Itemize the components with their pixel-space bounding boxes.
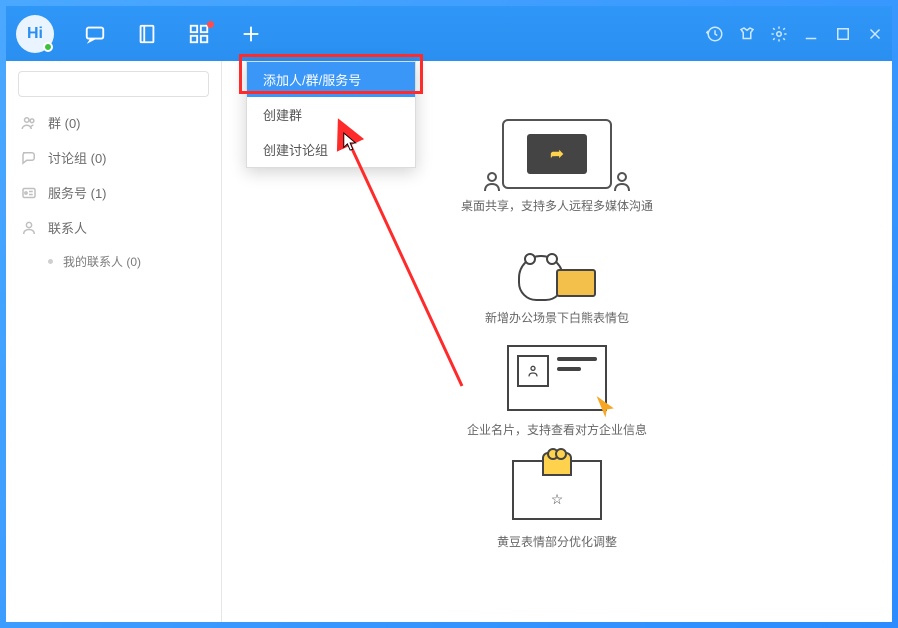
plus-dropdown: 添加人/群/服务号 创建群 创建讨论组 — [246, 61, 416, 168]
sidebar-item-label: 联系人 — [48, 218, 87, 237]
minimize-icon[interactable] — [802, 25, 820, 43]
titlebar: Hi — [6, 6, 892, 61]
sidebar: 群 (0) 讨论组 (0) 服务号 (1) — [6, 61, 222, 622]
feature-biz-card: 企业名片，支持查看对方企业信息 — [467, 340, 647, 438]
history-icon[interactable] — [706, 25, 724, 43]
app-logo-text: Hi — [27, 25, 43, 43]
feature-emoji-update: ☆ 黄豆表情部分优化调整 — [497, 452, 617, 550]
feature-image: ➦ — [497, 116, 617, 191]
bullet-icon — [48, 259, 53, 264]
search-wrap — [6, 61, 221, 105]
feature-label: 企业名片，支持查看对方企业信息 — [467, 421, 647, 438]
dropdown-item-create-discuss[interactable]: 创建讨论组 — [247, 132, 415, 167]
sidebar-item-label: 群 (0) — [48, 113, 81, 132]
group-icon — [20, 114, 38, 132]
plus-icon[interactable] — [240, 23, 262, 45]
window-body: 群 (0) 讨论组 (0) 服务号 (1) — [6, 61, 892, 622]
maximize-icon[interactable] — [834, 25, 852, 43]
close-icon[interactable] — [866, 25, 884, 43]
sidebar-subitem-label: 我的联系人 (0) — [63, 253, 141, 270]
sidebar-nav: 群 (0) 讨论组 (0) 服务号 (1) — [6, 105, 221, 278]
discuss-icon — [20, 149, 38, 167]
online-status-dot — [43, 42, 53, 52]
shirt-icon[interactable] — [738, 25, 756, 43]
sidebar-item-contacts[interactable]: 联系人 — [6, 210, 221, 245]
feature-label: 新增办公场景下白熊表情包 — [485, 309, 629, 326]
sidebar-subitem-mycontacts[interactable]: 我的联系人 (0) — [6, 245, 221, 278]
app-logo[interactable]: Hi — [16, 15, 54, 53]
contacts-icon — [20, 219, 38, 237]
feature-image: ☆ — [497, 452, 617, 527]
message-icon[interactable] — [84, 23, 106, 45]
dropdown-item-create-group[interactable]: 创建群 — [247, 97, 415, 132]
feature-label: 桌面共享，支持多人远程多媒体沟通 — [461, 197, 653, 214]
search-input[interactable] — [18, 71, 209, 97]
feature-screen-share: ➦ 桌面共享，支持多人远程多媒体沟通 — [461, 116, 653, 214]
feature-bear-stickers: 新增办公场景下白熊表情包 — [485, 228, 629, 326]
apps-badge — [207, 21, 214, 28]
feature-image — [497, 228, 617, 303]
book-icon[interactable] — [136, 23, 158, 45]
feature-image — [497, 340, 617, 415]
settings-icon[interactable] — [770, 25, 788, 43]
dropdown-item-add[interactable]: 添加人/群/服务号 — [247, 62, 415, 97]
sidebar-item-service[interactable]: 服务号 (1) — [6, 175, 221, 210]
app-window: Hi — [6, 6, 892, 622]
titlebar-right-icons — [706, 25, 884, 43]
sidebar-item-discuss[interactable]: 讨论组 (0) — [6, 140, 221, 175]
sidebar-item-groups[interactable]: 群 (0) — [6, 105, 221, 140]
titlebar-left-icons — [84, 23, 262, 45]
apps-icon[interactable] — [188, 23, 210, 45]
feature-label: 黄豆表情部分优化调整 — [497, 533, 617, 550]
service-icon — [20, 184, 38, 202]
sidebar-item-label: 讨论组 (0) — [48, 148, 107, 167]
sidebar-item-label: 服务号 (1) — [48, 183, 107, 202]
